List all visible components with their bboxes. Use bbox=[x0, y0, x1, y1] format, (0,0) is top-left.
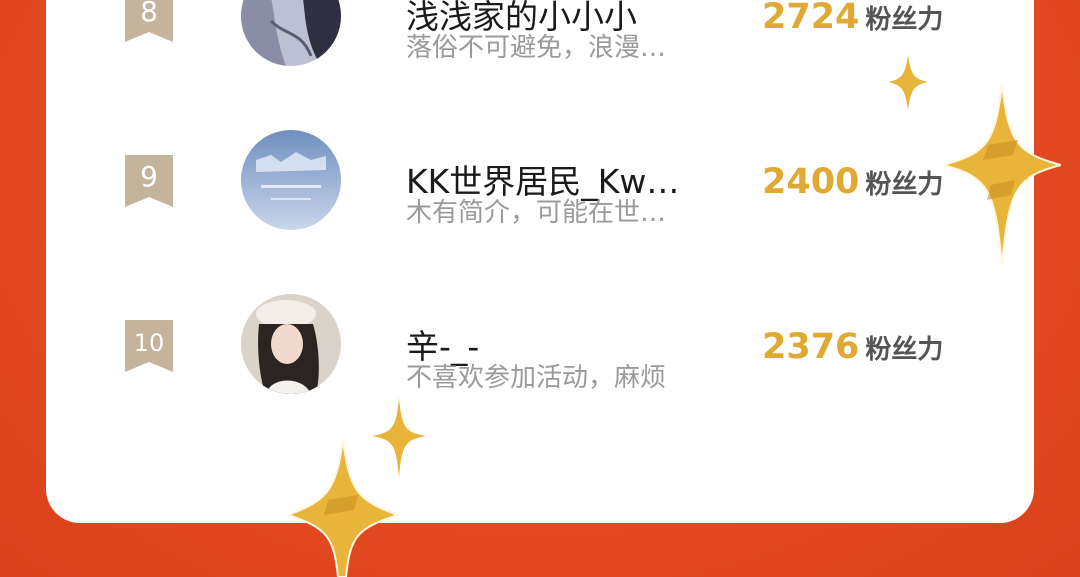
avatar[interactable] bbox=[241, 294, 341, 394]
sparkle-star-icon bbox=[288, 440, 398, 577]
score-value: 2724 bbox=[762, 0, 860, 37]
sparkle-star-icon bbox=[888, 55, 928, 110]
score-unit: 粉丝力 bbox=[865, 170, 944, 200]
fan-power-score: 2724 粉丝力 bbox=[762, 0, 943, 37]
score-value: 2400 bbox=[762, 162, 860, 202]
rank-badge: 10 bbox=[125, 320, 173, 372]
avatar[interactable] bbox=[241, 130, 341, 230]
rank-number: 8 bbox=[140, 0, 158, 28]
score-value: 2376 bbox=[762, 327, 860, 367]
rank-number: 10 bbox=[133, 329, 165, 357]
user-bio: 不喜欢参加活动，麻烦 bbox=[406, 363, 667, 393]
fan-power-score: 2376 粉丝力 bbox=[762, 327, 943, 367]
leaderboard-card: 8 浅浅家的小小小 落俗不可避免，浪漫… 2724 粉丝力 9 KK世界居民_K… bbox=[46, 0, 1034, 523]
leaderboard-row[interactable]: 9 KK世界居民_Kw… 木有简介，可能在世… 2400 粉丝力 bbox=[46, 125, 1034, 235]
rank-badge: 8 bbox=[125, 0, 173, 42]
score-unit: 粉丝力 bbox=[865, 335, 944, 365]
score-unit: 粉丝力 bbox=[865, 5, 944, 35]
user-bio: 木有简介，可能在世… bbox=[406, 198, 667, 228]
user-bio: 落俗不可避免，浪漫… bbox=[406, 33, 667, 63]
fan-power-score: 2400 粉丝力 bbox=[762, 162, 943, 202]
avatar[interactable] bbox=[241, 0, 341, 66]
leaderboard-row[interactable]: 10 辛-_- 不喜欢参加活动，麻烦 2376 粉丝力 bbox=[46, 290, 1034, 400]
rank-badge: 9 bbox=[125, 155, 173, 207]
leaderboard-row[interactable]: 8 浅浅家的小小小 落俗不可避免，浪漫… 2724 粉丝力 bbox=[46, 0, 1034, 70]
rank-number: 9 bbox=[140, 160, 158, 193]
sparkle-star-icon bbox=[943, 85, 1061, 265]
